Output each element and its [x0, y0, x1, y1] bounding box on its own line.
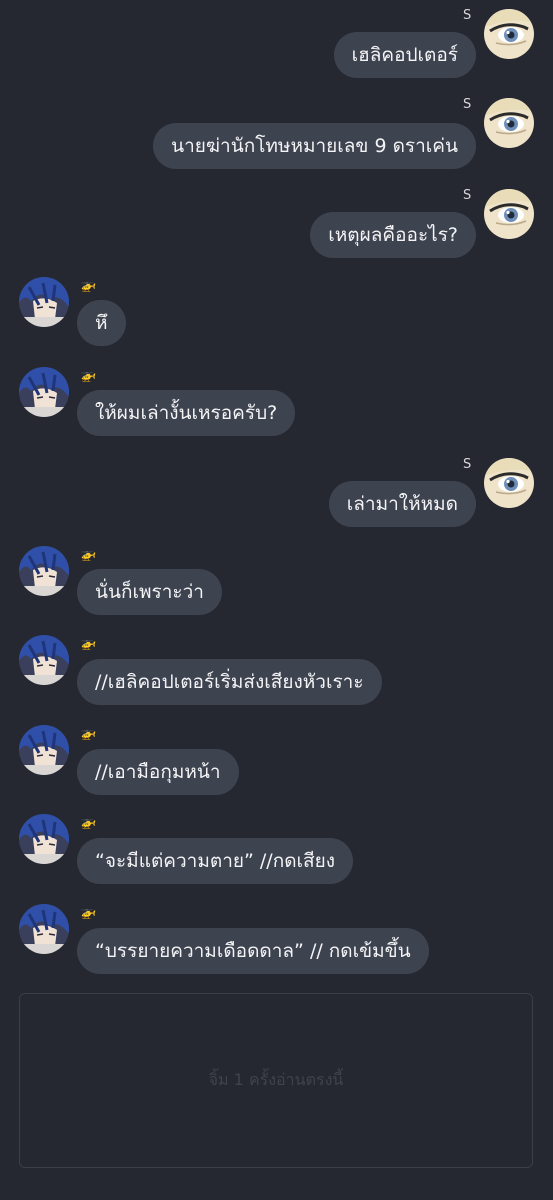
message-bubble[interactable]: เหตุผลคืออะไร?: [310, 212, 476, 258]
message-bubble[interactable]: //เฮลิคอปเตอร์เริ่มส่งเสียงหัวเราะ: [77, 659, 382, 705]
avatar[interactable]: [484, 9, 534, 59]
sender-name: 🚁: [80, 905, 97, 920]
blue-hair-avatar-icon: [19, 725, 69, 775]
message-bubble[interactable]: นายฆ่านักโทษหมายเลข 9 ดราเค่น: [153, 123, 476, 169]
message-bubble[interactable]: ให้ผมเล่างั้นเหรอครับ?: [77, 390, 296, 436]
blue-hair-avatar-icon: [19, 814, 69, 864]
blonde-eye-avatar-icon: [484, 98, 534, 148]
sender-name: S: [463, 97, 472, 112]
input-placeholder: จิ้ม 1 ครั้งอ่านตรงนี้: [208, 1070, 344, 1089]
blue-hair-avatar-icon: [19, 367, 69, 417]
avatar[interactable]: [484, 98, 534, 148]
blue-hair-avatar-icon: [19, 277, 69, 327]
avatar[interactable]: [19, 904, 69, 954]
avatar[interactable]: [484, 458, 534, 508]
message-input[interactable]: จิ้ม 1 ครั้งอ่านตรงนี้: [19, 993, 533, 1168]
message-bubble[interactable]: เล่ามาให้หมด: [328, 481, 476, 527]
avatar[interactable]: [19, 814, 69, 864]
blue-hair-avatar-icon: [19, 546, 69, 596]
message-bubble[interactable]: นั่นก็เพราะว่า: [77, 569, 222, 615]
blue-hair-avatar-icon: [19, 635, 69, 685]
message-bubble[interactable]: หึ: [77, 300, 126, 346]
avatar[interactable]: [19, 367, 69, 417]
avatar[interactable]: [19, 635, 69, 685]
message-bubble[interactable]: //เอามือกุมหน้า: [77, 749, 239, 795]
sender-name: 🚁: [80, 726, 97, 741]
sender-name: S: [463, 188, 472, 203]
message-bubble[interactable]: เฮลิคอปเตอร์: [333, 32, 476, 78]
blue-hair-avatar-icon: [19, 904, 69, 954]
sender-name: 🚁: [80, 547, 97, 562]
sender-name: 🚁: [80, 636, 97, 651]
message-bubble[interactable]: “จะมีแต่ความตาย” //กดเสียง: [77, 838, 354, 884]
blonde-eye-avatar-icon: [484, 458, 534, 508]
sender-name: S: [463, 457, 472, 472]
sender-name: 🚁: [80, 368, 97, 383]
avatar[interactable]: [484, 189, 534, 239]
blonde-eye-avatar-icon: [484, 9, 534, 59]
avatar[interactable]: [19, 725, 69, 775]
sender-name: 🚁: [80, 278, 97, 293]
sender-name: 🚁: [80, 815, 97, 830]
avatar[interactable]: [19, 277, 69, 327]
sender-name: S: [463, 8, 472, 23]
blonde-eye-avatar-icon: [484, 189, 534, 239]
avatar[interactable]: [19, 546, 69, 596]
message-bubble[interactable]: “บรรยายความเดือดดาล” // กดเข้มขึ้น: [77, 928, 429, 974]
